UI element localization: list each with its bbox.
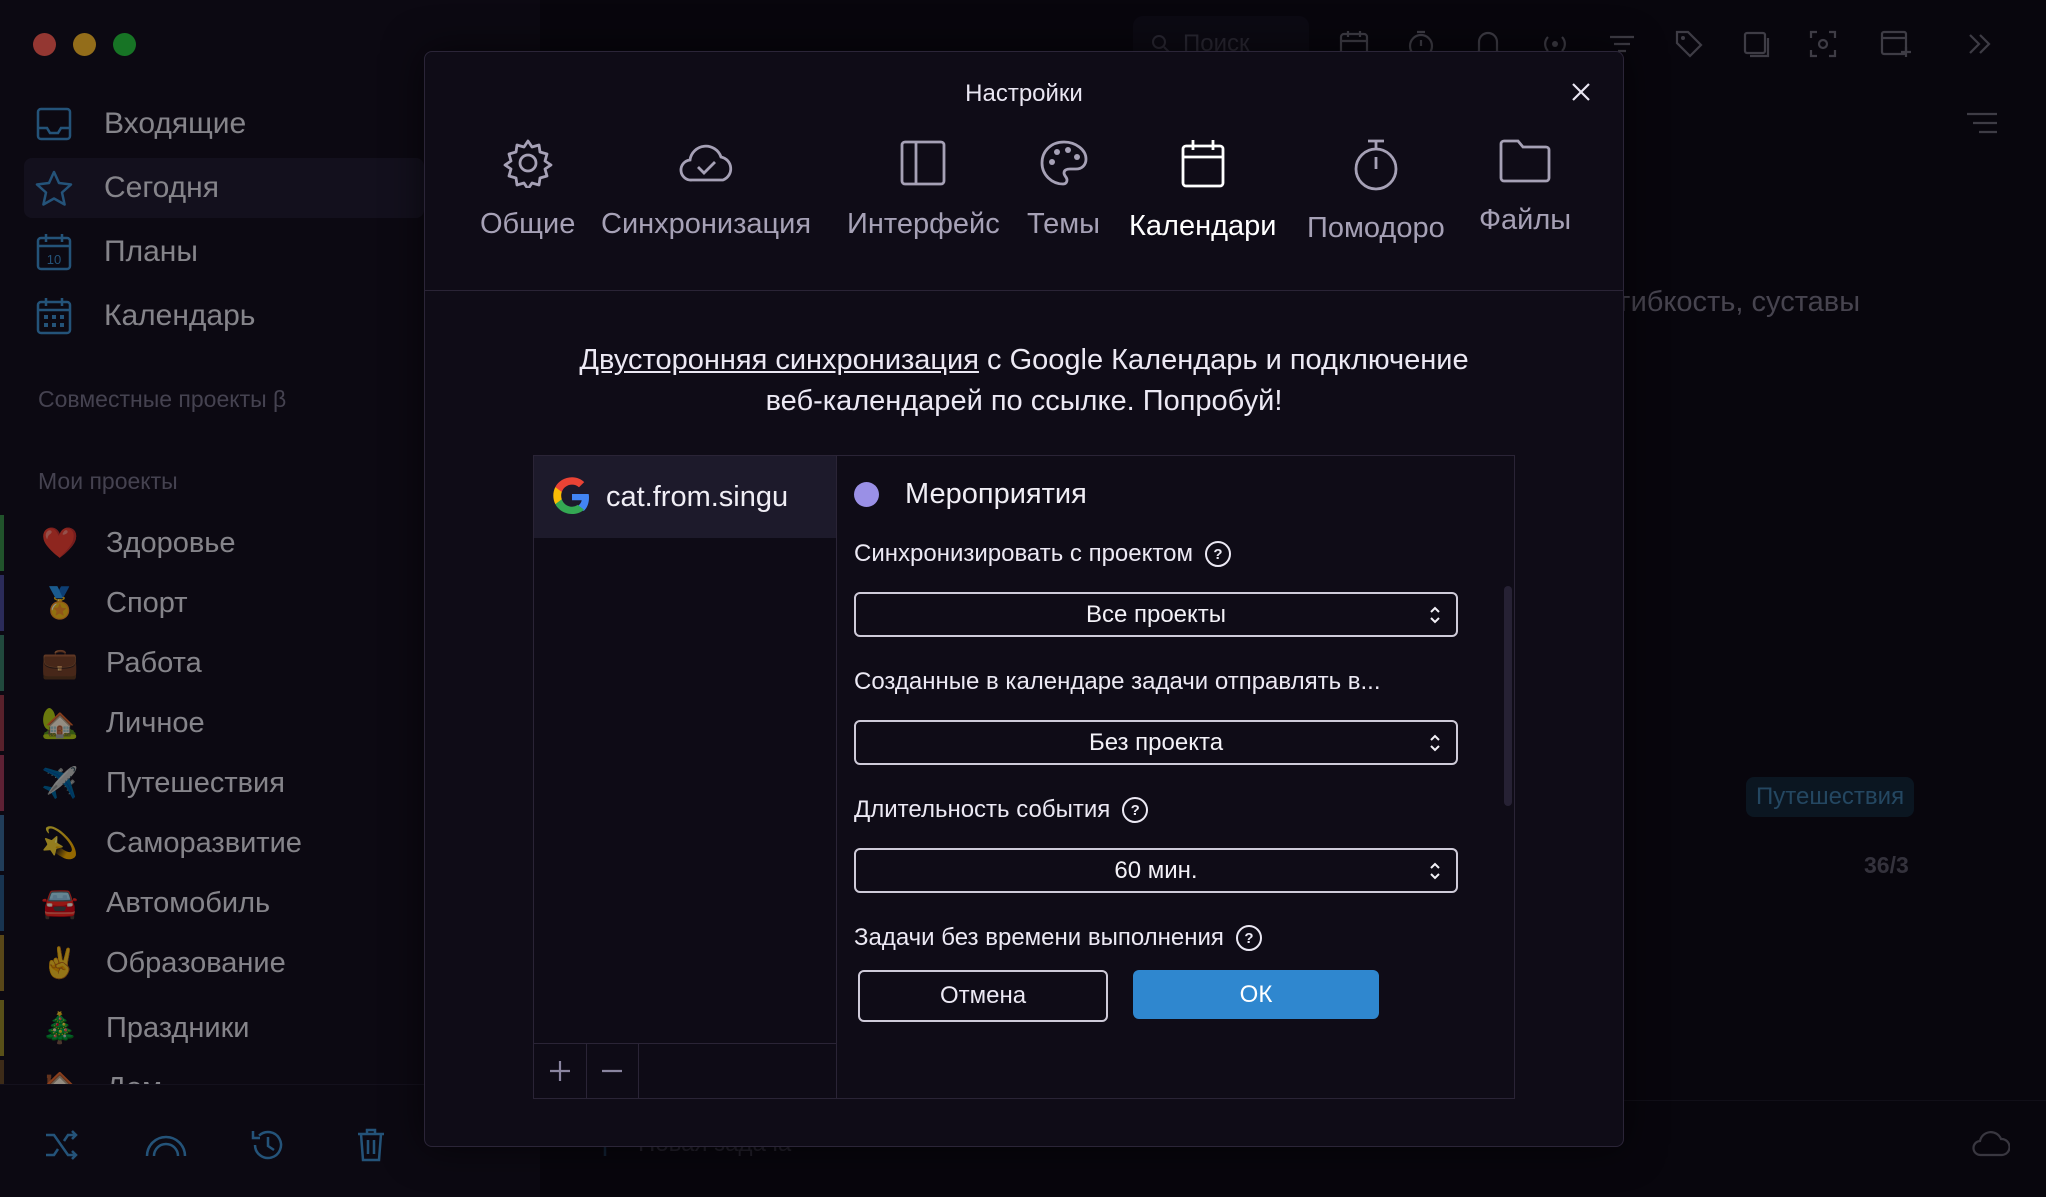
tab-general[interactable]: Общие — [480, 138, 575, 241]
sync-project-label-text: Синхронизировать с проектом — [854, 540, 1193, 567]
tab-label: Календари — [1129, 210, 1277, 242]
tab-label: Синхронизация — [601, 208, 812, 240]
account-list: cat.from.singu — [534, 456, 837, 1098]
tab-label: Общие — [480, 208, 576, 240]
two-way-sync-link[interactable]: Двусторонняя синхронизация — [579, 344, 979, 376]
created-tasks-select[interactable]: Без проекта — [854, 720, 1458, 765]
account-email: cat.from.singu — [606, 480, 789, 513]
settings-dialog: Настройки Общие Синхронизация Интерфейс … — [424, 51, 1624, 1147]
sync-project-value: Все проекты — [1085, 600, 1227, 628]
tab-calendars[interactable]: Календари — [1129, 138, 1276, 243]
close-dialog-button[interactable] — [1565, 76, 1597, 108]
close-icon — [1572, 83, 1590, 101]
account-item[interactable]: cat.from.singu — [534, 456, 836, 538]
dialog-title: Настройки — [965, 80, 1083, 107]
promo-text: Двусторонняя синхронизация с Google Кале… — [425, 340, 1623, 422]
minus-icon — [602, 1069, 622, 1073]
settings-scrollbar[interactable] — [1504, 586, 1512, 806]
sync-project-select[interactable]: Все проекты — [854, 592, 1458, 637]
ok-button[interactable]: ОК — [1133, 970, 1379, 1019]
cancel-button[interactable]: Отмена — [858, 970, 1108, 1022]
sync-project-label: Синхронизировать с проектом ? — [854, 540, 1231, 568]
duration-value: 60 мин. — [1114, 856, 1198, 884]
remove-account-button[interactable] — [586, 1044, 639, 1098]
tab-label: Помодоро — [1307, 212, 1445, 244]
tab-label: Темы — [1027, 208, 1100, 240]
updown-chevron-icon — [1430, 734, 1440, 752]
tabs-divider — [425, 290, 1623, 291]
updown-chevron-icon — [1430, 606, 1440, 624]
cloud-check-icon — [679, 144, 733, 182]
promo-line-2: веб-календарей по ссылке. Попробуй! — [765, 385, 1283, 417]
calendar-color-dot[interactable] — [854, 482, 879, 507]
timer-icon — [1354, 139, 1398, 191]
help-icon[interactable]: ? — [1235, 925, 1262, 951]
tab-sync[interactable]: Синхронизация — [601, 138, 811, 241]
calendar-name: Мероприятия — [905, 478, 1087, 510]
promo-line-1: с Google Календарь и подключение — [978, 344, 1469, 376]
palette-icon — [1040, 140, 1087, 186]
layout-icon — [900, 140, 946, 186]
no-time-tasks-label-text: Задачи без времени выполнения — [854, 924, 1224, 951]
created-tasks-value: Без проекта — [1088, 728, 1224, 756]
help-icon[interactable]: ? — [1122, 797, 1149, 823]
duration-label: Длительность события ? — [854, 796, 1149, 824]
gear-icon — [503, 139, 553, 188]
tab-label: Файлы — [1479, 204, 1572, 236]
calendar-title: Мероприятия — [854, 478, 1087, 511]
created-tasks-label: Созданные в календаре задачи отправлять … — [854, 668, 1381, 696]
tab-pomodoro[interactable]: Помодоро — [1307, 138, 1445, 245]
tab-files[interactable]: Файлы — [1479, 138, 1571, 237]
updown-chevron-icon — [1430, 862, 1440, 880]
help-icon[interactable]: ? — [1204, 541, 1231, 567]
duration-label-text: Длительность события — [854, 796, 1111, 823]
google-logo-icon — [552, 477, 592, 517]
folder-icon — [1499, 139, 1551, 183]
tab-interface[interactable]: Интерфейс — [847, 138, 1000, 241]
tab-themes[interactable]: Темы — [1027, 138, 1100, 241]
add-account-button[interactable] — [534, 1044, 587, 1098]
duration-select[interactable]: 60 мин. — [854, 848, 1458, 893]
tab-label: Интерфейс — [847, 208, 1000, 240]
plus-icon — [550, 1061, 570, 1081]
calendar-icon — [1181, 140, 1225, 188]
created-tasks-label-text: Созданные в календаре задачи отправлять … — [854, 668, 1381, 695]
account-toolbar — [534, 1043, 836, 1098]
no-time-tasks-label: Задачи без времени выполнения ? — [854, 924, 1262, 952]
